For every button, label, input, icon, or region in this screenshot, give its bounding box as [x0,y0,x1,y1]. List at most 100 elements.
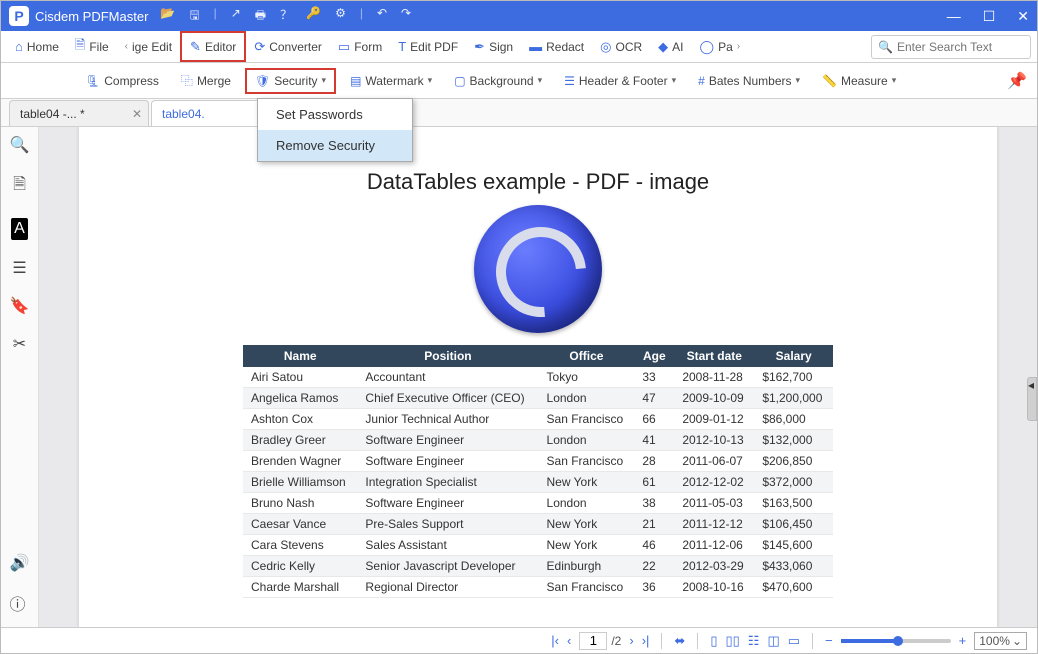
doc-tab-1[interactable]: table04 -... *✕ [9,100,149,126]
chevron-down-icon: ▾ [322,75,327,86]
document-logo-image [474,205,602,333]
window-minimize-icon[interactable]: — [947,8,961,25]
tool-bates[interactable]: #Bates Numbers▾ [690,70,808,92]
ocr-icon: ◎ [600,39,611,55]
table-row: Brielle WilliamsonIntegration Specialist… [243,472,833,493]
bates-icon: # [698,74,705,88]
redact-icon: ▬ [529,39,542,54]
table-row: Caesar VancePre-Sales SupportNew York212… [243,514,833,535]
tool-compress[interactable]: 🗜Compress [77,70,167,92]
chevron-left-icon: ‹ [125,41,128,52]
tab-ocr[interactable]: ◎OCR [592,31,650,62]
table-row: Cara StevensSales AssistantNew York46201… [243,535,833,556]
tab-redact[interactable]: ▬Redact [521,31,592,62]
data-table: Name Position Office Age Start date Sala… [243,345,833,598]
side-panel: 🔍 🗎 A ☰ 🔖 ✂ 🔊 ⓘ [1,127,39,627]
print-icon[interactable]: 🖶 [255,6,266,27]
table-row: Bradley GreerSoftware EngineerLondon4120… [243,430,833,451]
table-row: Bruno NashSoftware EngineerLondon382011-… [243,493,833,514]
tab-form[interactable]: ▭Form [330,31,390,62]
close-icon[interactable]: ✕ [132,107,142,121]
tool-header-footer[interactable]: ☰Header & Footer▾ [556,70,684,92]
sound-icon[interactable]: 🔊 [10,553,30,573]
merge-icon: ⿻ [181,72,193,89]
watermark-icon: ▤ [350,74,361,88]
ai-icon: ◆ [658,39,668,55]
tool-watermark[interactable]: ▤Watermark▾ [342,70,440,92]
chevron-down-icon: ⌄ [1012,634,1022,648]
undo-icon[interactable]: ↶ [377,6,387,27]
tab-sign[interactable]: ✒Sign [466,31,521,62]
tool-merge[interactable]: ⿻Merge [173,68,239,93]
folder-open-icon[interactable]: 📂 [160,6,175,27]
tab-editor[interactable]: ✎Editor [180,31,246,62]
bookmark-panel-icon[interactable]: 🔖 [10,296,30,316]
read-mode-icon[interactable]: ▭ [788,633,800,649]
search-box[interactable]: 🔍 [871,35,1031,59]
outline-panel-icon[interactable]: ☰ [12,258,26,278]
window-maximize-icon[interactable]: ☐ [983,8,996,25]
window-close-icon[interactable]: ✕ [1017,8,1029,25]
tool-background[interactable]: ▢Background▾ [446,70,550,92]
key-icon[interactable]: 🔑 [306,6,321,27]
zoom-slider[interactable] [841,639,951,643]
col-position: Position [357,345,538,367]
pin-icon[interactable]: 📌 [1007,71,1027,91]
panel-expand-right[interactable]: ◂ [1027,377,1037,421]
zoom-select[interactable]: 100%⌄ [974,632,1027,650]
page-input[interactable] [579,632,607,650]
titlebar: P Cisdem PDFMaster 📂 🖫 | ↗ 🖶 ？ 🔑 ⚙ | ↶ ↷… [1,1,1037,31]
menu-remove-security[interactable]: Remove Security [258,130,412,161]
document-tabs: table04 -... *✕ table04. [1,99,1037,127]
prev-page-icon[interactable]: ‹ [567,633,571,648]
tab-scroll-left[interactable]: ‹ige Edit [117,31,180,62]
edit-icon: ✎ [190,39,201,55]
first-page-icon[interactable]: |‹ [551,633,559,648]
shield-icon: 🛡 [255,74,270,88]
menu-set-passwords[interactable]: Set Passwords [258,99,412,130]
circle-icon: ◯ [700,39,715,55]
zoom-in-icon[interactable]: + [959,633,967,648]
table-row: Cedric KellySenior Javascript DeveloperE… [243,556,833,577]
info-icon[interactable]: ⓘ [10,591,30,615]
tab-file[interactable]: 🗎File [67,31,117,62]
cut-panel-icon[interactable]: ✂ [13,334,26,354]
search-panel-icon[interactable]: 🔍 [10,135,30,155]
tab-ai[interactable]: ◆AI [650,31,691,62]
zoom-out-icon[interactable]: − [825,633,833,648]
ruler-icon: 📏 [822,74,837,88]
file-icon: 🗎 [75,36,85,58]
tool-security[interactable]: 🛡Security▾ [245,68,336,94]
fit-width-icon[interactable]: ⬌ [674,633,685,649]
continuous-icon[interactable]: ☷ [748,633,760,649]
cover-icon[interactable]: ◫ [767,633,779,649]
compress-icon: 🗜 [85,74,100,88]
last-page-icon[interactable]: ›| [642,633,650,648]
col-office: Office [539,345,635,367]
chevron-down-icon: ▾ [672,75,677,86]
sign-icon: ✒ [474,39,485,55]
tab-converter[interactable]: ⟳Converter [246,31,330,62]
convert-icon: ⟳ [254,39,265,55]
app-name: Cisdem PDFMaster [35,9,148,24]
annotations-panel-icon[interactable]: A [11,218,28,240]
editor-toolbar: 🗜Compress ⿻Merge 🛡Security▾ ▤Watermark▾ … [1,63,1037,99]
two-page-icon[interactable]: ▯▯ [725,633,739,649]
save-icon[interactable]: 🖫 [189,6,199,27]
share-icon[interactable]: ↗ [231,6,241,27]
col-salary: Salary [754,345,833,367]
help-icon[interactable]: ？ [280,6,292,27]
search-icon: 🔍 [878,40,893,54]
tab-edit-pdf[interactable]: TEdit PDF [390,31,466,62]
pages-panel-icon[interactable]: 🗎 [13,173,26,200]
page-viewport[interactable]: DataTables example - PDF - image Name Po… [39,127,1037,627]
table-row: Airi SatouAccountantTokyo332008-11-28$16… [243,367,833,388]
tab-home[interactable]: ⌂Home [7,31,67,62]
fit-page-icon[interactable]: ▯ [710,633,717,649]
tool-measure[interactable]: 📏Measure▾ [814,70,904,92]
search-input[interactable] [897,40,1024,54]
next-page-icon[interactable]: › [629,633,633,648]
settings-icon[interactable]: ⚙ [335,6,346,27]
tab-scroll-right[interactable]: ◯Pa› [692,31,749,62]
redo-icon[interactable]: ↷ [401,6,411,27]
